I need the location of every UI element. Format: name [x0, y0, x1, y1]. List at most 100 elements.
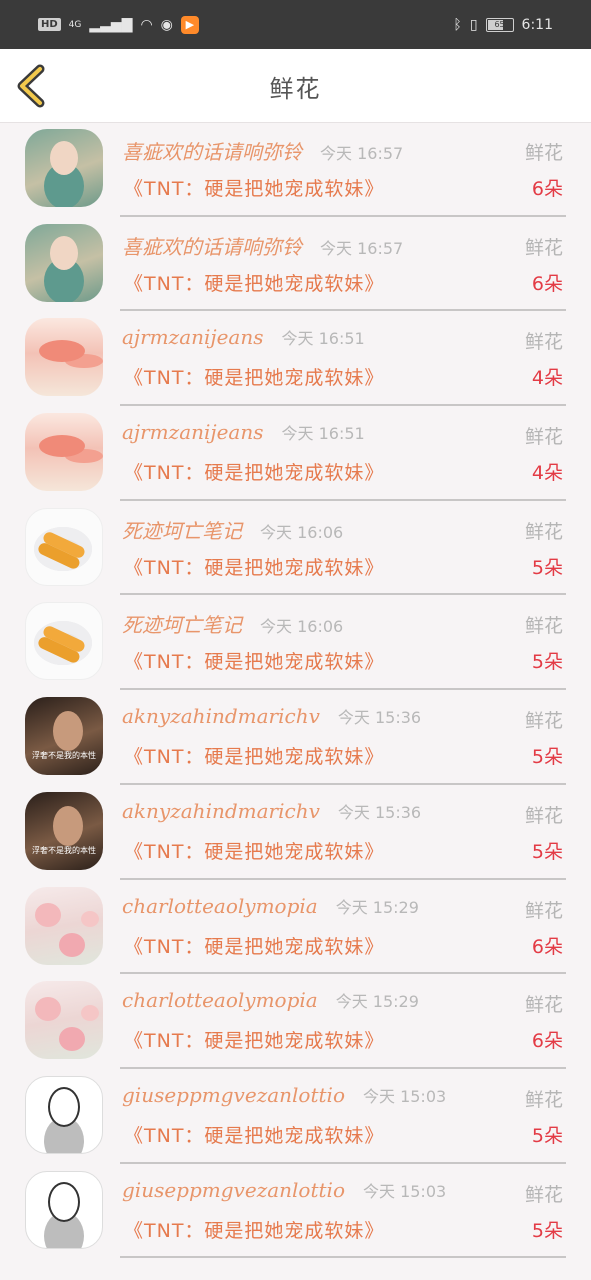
avatar[interactable]: 浮奢不是我的本性	[25, 697, 103, 776]
user-name: ajrmzanijeans 今天 16:51	[122, 325, 365, 350]
user-name: 喜疵欢的话请响弥铃 今天 16:57	[122, 234, 404, 259]
avatar[interactable]	[25, 602, 103, 681]
work-title: 《TNT：硬是把她宠成软妹》	[124, 1030, 385, 1053]
work-title: 《TNT：硬是把她宠成软妹》	[124, 651, 385, 674]
vibrate-icon: ▯	[469, 16, 478, 33]
work-title: 《TNT：硬是把她宠成软妹》	[124, 556, 385, 579]
gift-count: 5朵	[531, 651, 563, 674]
user-name: charlotteaolymopia 今天 15:29	[122, 893, 419, 918]
eye-icon: ◉	[160, 16, 173, 33]
timestamp: 今天 16:06	[260, 522, 344, 542]
header: 鲜花	[0, 49, 591, 123]
gift-count: 5朵	[531, 840, 563, 863]
avatar[interactable]	[25, 129, 103, 207]
gift-count: 6朵	[531, 935, 563, 958]
user-name: giuseppmgvezanlottio 今天 15:03	[122, 1177, 447, 1202]
gift-count: 6朵	[531, 272, 563, 295]
list-item[interactable]: 死迹坷亡笔记 今天 16:06 鲜花 《TNT：硬是把她宠成软妹》 5朵	[0, 501, 591, 596]
user-name: 死迹坷亡笔记 今天 16:06	[122, 518, 344, 543]
avatar[interactable]	[25, 318, 103, 397]
gift-count: 5朵	[531, 746, 563, 769]
work-title: 《TNT：硬是把她宠成软妹》	[124, 272, 385, 295]
battery-icon: 65	[485, 17, 514, 32]
clock: 6:11	[521, 16, 553, 33]
avatar[interactable]	[25, 223, 103, 302]
list-item[interactable]: 浮奢不是我的本性 aknyzahindmarichv 今天 15:36 鲜花 《T…	[0, 690, 591, 785]
work-title: 《TNT：硬是把她宠成软妹》	[124, 1124, 385, 1147]
gift-type: 鲜花	[524, 331, 563, 354]
work-title: 《TNT：硬是把她宠成软妹》	[124, 935, 385, 958]
timestamp: 今天 16:51	[281, 329, 365, 349]
list-item[interactable]: giuseppmgvezanlottio 今天 15:03 鲜花 《TNT：硬是把…	[0, 1164, 591, 1259]
bluetooth-icon: ᛒ	[453, 16, 462, 33]
list-item[interactable]: 喜疵欢的话请响弥铃 今天 16:57 鲜花 《TNT：硬是把她宠成软妹》 6朵	[0, 217, 591, 312]
work-title: 《TNT：硬是把她宠成软妹》	[124, 367, 385, 390]
timestamp: 今天 15:29	[335, 897, 419, 917]
gift-count: 6朵	[531, 178, 563, 200]
gift-type: 鲜花	[524, 1088, 563, 1111]
gift-count: 5朵	[531, 1124, 563, 1147]
user-name: 死迹坷亡笔记 今天 16:06	[122, 613, 344, 638]
avatar[interactable]	[25, 413, 103, 492]
timestamp: 今天 15:03	[362, 1181, 447, 1201]
gift-type: 鲜花	[524, 236, 563, 259]
avatar[interactable]	[25, 507, 103, 586]
gift-count: 4朵	[531, 462, 563, 485]
user-name: aknyzahindmarichv 今天 15:36	[122, 798, 422, 823]
app-notification-icon: ▶	[180, 15, 199, 34]
wifi-icon: ◠	[140, 16, 153, 33]
network-type: 4G	[68, 19, 82, 30]
page-title: 鲜花	[269, 75, 322, 103]
list-item[interactable]: charlotteaolymopia 今天 15:29 鲜花 《TNT：硬是把她宠…	[0, 880, 591, 975]
avatar[interactable]	[25, 1170, 103, 1249]
avatar-caption: 浮奢不是我的本性	[32, 751, 96, 761]
list-item[interactable]: 死迹坷亡笔记 今天 16:06 鲜花 《TNT：硬是把她宠成软妹》 5朵	[0, 595, 591, 691]
timestamp: 今天 15:36	[337, 708, 422, 728]
list-item[interactable]: giuseppmgvezanlottio 今天 15:03 鲜花 《TNT：硬是把…	[0, 1069, 591, 1164]
gift-count: 4朵	[531, 367, 563, 390]
work-title: 《TNT：硬是把她宠成软妹》	[124, 462, 385, 485]
gift-type: 鲜花	[524, 710, 563, 733]
battery-level: 65	[494, 20, 505, 29]
user-name: ajrmzanijeans 今天 16:51	[122, 420, 365, 445]
gift-type: 鲜花	[524, 142, 563, 164]
avatar[interactable]: 浮奢不是我的本性	[25, 791, 103, 870]
gift-type: 鲜花	[524, 994, 563, 1017]
list-item[interactable]: charlotteaolymopia 今天 15:29 鲜花 《TNT：硬是把她宠…	[0, 974, 591, 1069]
timestamp: 今天 16:57	[320, 144, 404, 163]
gift-type: 鲜花	[524, 520, 563, 543]
work-title: 《TNT：硬是把她宠成软妹》	[124, 840, 385, 863]
status-bar: HD 4G ▂▃▅▇ ◠ ◉ ▶ ᛒ ▯ 65 6:11	[0, 0, 591, 49]
work-title: 《TNT：硬是把她宠成软妹》	[124, 1219, 385, 1242]
user-name: aknyzahindmarichv 今天 15:36	[122, 704, 422, 729]
user-name: 喜疵欢的话请响弥铃 今天 16:57	[122, 140, 404, 164]
timestamp: 今天 16:51	[281, 424, 365, 444]
gift-type: 鲜花	[524, 615, 563, 638]
user-name: giuseppmgvezanlottio 今天 15:03	[122, 1082, 447, 1107]
user-name: charlotteaolymopia 今天 15:29	[122, 988, 419, 1013]
list-item[interactable]: 浮奢不是我的本性 aknyzahindmarichv 今天 15:36 鲜花 《T…	[0, 785, 591, 880]
work-title: 《TNT：硬是把她宠成软妹》	[124, 178, 385, 200]
hd-indicator: HD	[38, 18, 61, 31]
avatar[interactable]	[25, 886, 103, 965]
gift-type: 鲜花	[524, 1183, 563, 1206]
gift-type: 鲜花	[524, 804, 563, 827]
gift-type: 鲜花	[524, 426, 563, 449]
list-item[interactable]: ajrmzanijeans 今天 16:51 鲜花 《TNT：硬是把她宠成软妹》 …	[0, 406, 591, 501]
avatar-caption: 浮奢不是我的本性	[32, 845, 96, 855]
list-item[interactable]: ajrmzanijeans 今天 16:51 鲜花 《TNT：硬是把她宠成软妹》 …	[0, 311, 591, 407]
timestamp: 今天 16:57	[320, 238, 404, 258]
divider	[120, 1256, 566, 1259]
list-item[interactable]: 喜疵欢的话请响弥铃 今天 16:57 鲜花 《TNT：硬是把她宠成软妹》 6朵	[0, 122, 591, 217]
work-title: 《TNT：硬是把她宠成软妹》	[124, 746, 385, 769]
avatar[interactable]	[25, 981, 103, 1060]
gift-type: 鲜花	[524, 899, 563, 922]
gift-count: 6朵	[531, 1030, 563, 1053]
gift-count: 5朵	[531, 1219, 563, 1242]
avatar[interactable]	[25, 1075, 103, 1154]
timestamp: 今天 15:29	[335, 992, 419, 1012]
timestamp: 今天 15:03	[362, 1086, 447, 1106]
timestamp: 今天 15:36	[337, 802, 422, 822]
signal-icon: ▂▃▅▇	[89, 16, 133, 33]
gift-record-list: 喜疵欢的话请响弥铃 今天 16:57 鲜花 《TNT：硬是把她宠成软妹》 6朵 喜…	[0, 122, 591, 1259]
